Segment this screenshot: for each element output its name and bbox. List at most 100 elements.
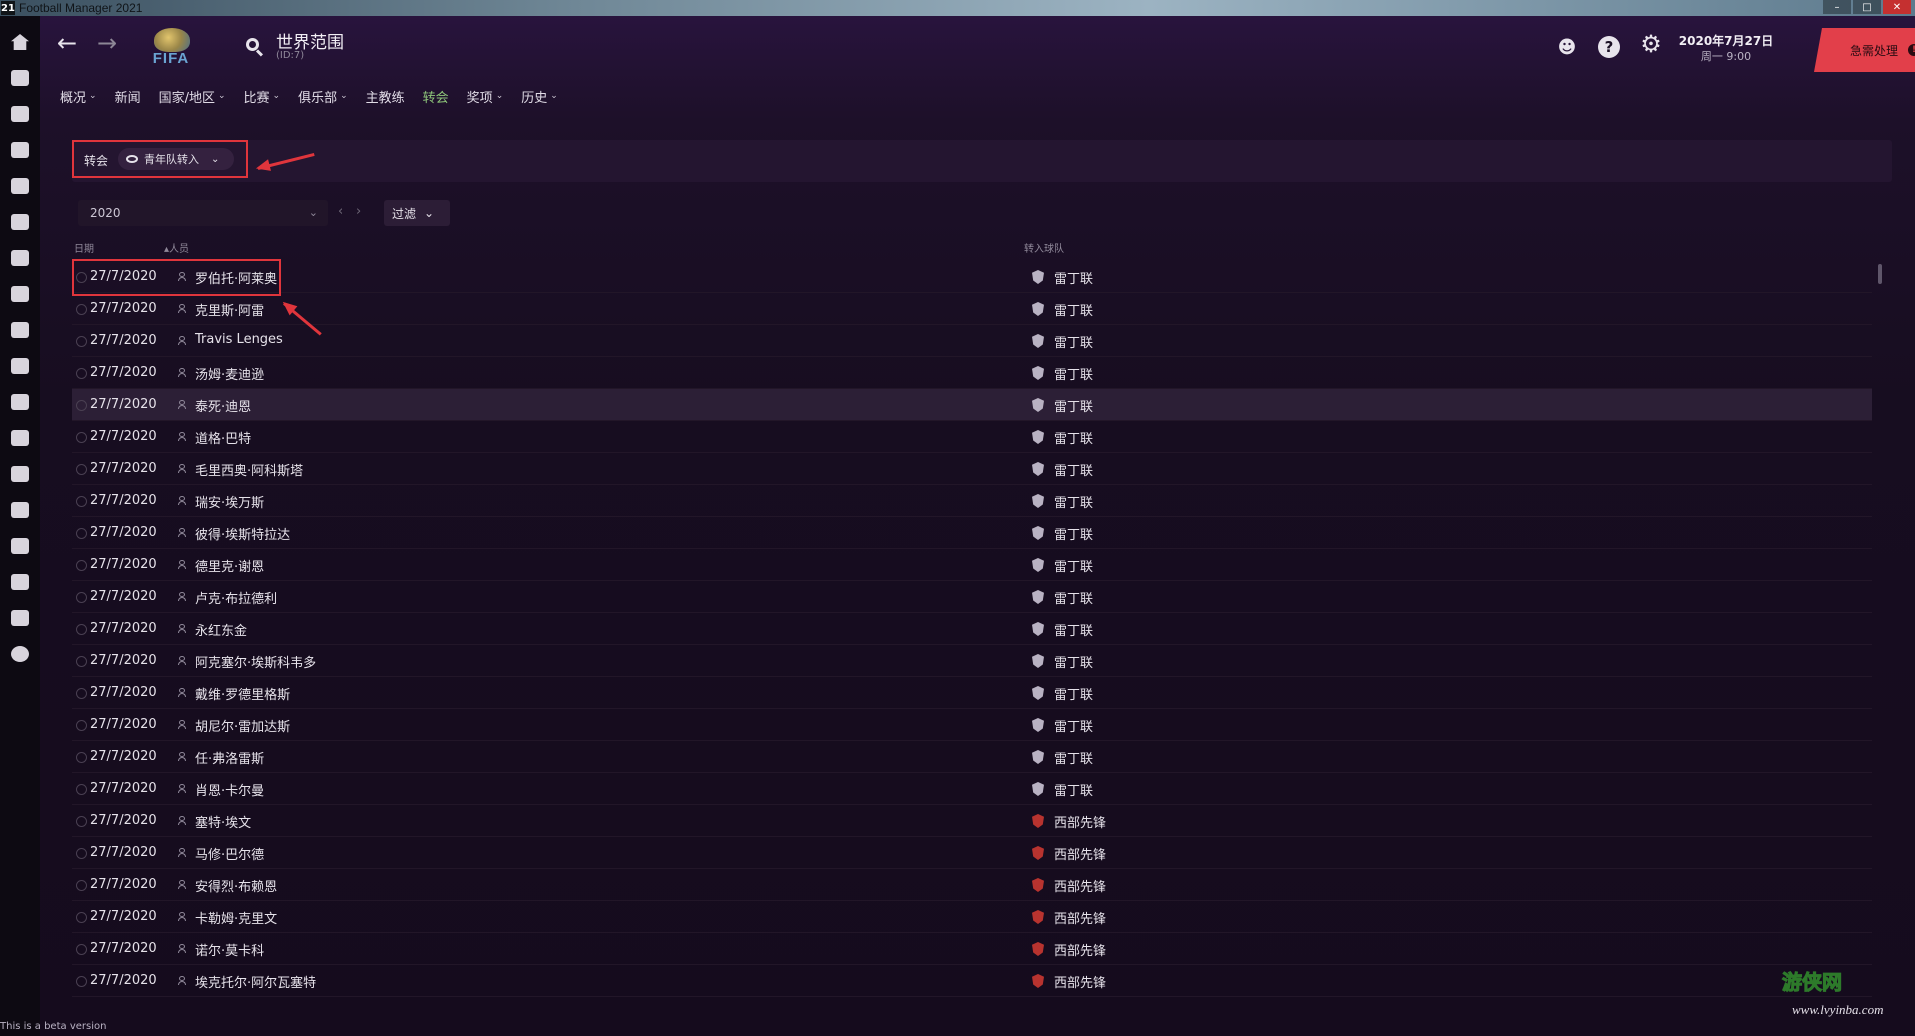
table-row[interactable]: 27/7/2020 彼得·埃斯特拉达 雷丁联 [72,517,1872,549]
table-row[interactable]: 27/7/2020 泰死·迪恩 雷丁联 [72,389,1872,421]
sidebar-item-home[interactable] [0,24,40,60]
player-name-link[interactable]: 彼得·埃斯特拉达 [195,524,290,543]
sidebar-item-report[interactable] [0,204,40,240]
club-name-link[interactable]: 雷丁联 [1054,716,1093,735]
urgent-continue-button[interactable]: 急需处理 ! [1814,28,1915,72]
row-select-radio[interactable] [76,784,87,795]
player-name-link[interactable]: 瑞安·埃万斯 [195,492,264,511]
player-name-link[interactable]: Travis Lenges [195,332,283,347]
column-header-club[interactable]: 转入球队 [1024,240,1064,255]
forward-button[interactable]: → [94,30,120,56]
row-select-radio[interactable] [76,336,87,347]
club-name-link[interactable]: 雷丁联 [1054,396,1093,415]
club-name-link[interactable]: 雷丁联 [1054,588,1093,607]
tab-1[interactable]: 新闻 [115,86,141,106]
maximize-button[interactable]: □ [1853,0,1881,14]
year-dropdown[interactable]: 2020 ⌄ [78,200,328,226]
table-row[interactable]: 27/7/2020 永红东金 雷丁联 [72,613,1872,645]
player-name-link[interactable]: 肖恩·卡尔曼 [195,780,264,799]
player-name-link[interactable]: 任·弗洛雷斯 [195,748,264,767]
tab-7[interactable]: 奖项 ⌄ [467,86,504,106]
player-name-link[interactable]: 卡勒姆·克里文 [195,908,277,927]
sidebar-item-training[interactable] [0,276,40,312]
row-select-radio[interactable] [76,464,87,475]
help-icon[interactable]: ? [1598,36,1620,58]
table-row[interactable]: 27/7/2020 安得烈·布赖恩 西部先锋 [72,869,1872,901]
sidebar-item-transfers[interactable] [0,456,40,492]
player-name-link[interactable]: 泰死·迪恩 [195,396,251,415]
row-select-radio[interactable] [76,400,87,411]
table-row[interactable]: 27/7/2020 道格·巴特 雷丁联 [72,421,1872,453]
tab-5[interactable]: 主教练 [366,86,405,106]
player-name-link[interactable]: 塞特·埃文 [195,812,251,831]
row-select-radio[interactable] [76,304,87,315]
table-row[interactable]: 27/7/2020 马修·巴尔德 西部先锋 [72,837,1872,869]
player-name-link[interactable]: 胡尼尔·雷加达斯 [195,716,290,735]
club-name-link[interactable]: 雷丁联 [1054,332,1093,351]
sidebar-item-medical[interactable] [0,312,40,348]
club-name-link[interactable]: 西部先锋 [1054,972,1106,991]
table-row[interactable]: 27/7/2020 毛里西奥·阿科斯塔 雷丁联 [72,453,1872,485]
player-name-link[interactable]: 阿克塞尔·埃斯科韦多 [195,652,316,671]
club-name-link[interactable]: 雷丁联 [1054,492,1093,511]
table-row[interactable]: 27/7/2020 瑞安·埃万斯 雷丁联 [72,485,1872,517]
player-name-link[interactable]: 德里克·谢恩 [195,556,264,575]
sidebar-item-club[interactable] [0,492,40,528]
back-button[interactable]: ← [54,30,80,56]
table-row[interactable]: 27/7/2020 罗伯托·阿莱奥 雷丁联 [72,261,1872,293]
player-name-link[interactable]: 永红东金 [195,620,247,639]
club-name-link[interactable]: 雷丁联 [1054,620,1093,639]
table-row[interactable]: 27/7/2020 克里斯·阿雷 雷丁联 [72,293,1872,325]
player-name-link[interactable]: 安得烈·布赖恩 [195,876,277,895]
filter-button[interactable]: 过滤 ⌄ [384,200,450,226]
table-row[interactable]: 27/7/2020 卡勒姆·克里文 西部先锋 [72,901,1872,933]
table-row[interactable]: 27/7/2020 肖恩·卡尔曼 雷丁联 [72,773,1872,805]
row-select-radio[interactable] [76,624,87,635]
club-name-link[interactable]: 雷丁联 [1054,780,1093,799]
tab-8[interactable]: 历史 ⌄ [521,86,558,106]
player-name-link[interactable]: 毛里西奥·阿科斯塔 [195,460,303,479]
table-row[interactable]: 27/7/2020 任·弗洛雷斯 雷丁联 [72,741,1872,773]
sidebar-item-shirt[interactable] [0,96,40,132]
sidebar-item-dev-centre[interactable] [0,564,40,600]
row-select-radio[interactable] [76,752,87,763]
tab-4[interactable]: 俱乐部 ⌄ [298,86,348,106]
table-row[interactable]: 27/7/2020 德里克·谢恩 雷丁联 [72,549,1872,581]
row-select-radio[interactable] [76,528,87,539]
club-name-link[interactable]: 西部先锋 [1054,876,1106,895]
player-name-link[interactable]: 埃克托尔·阿尔瓦塞特 [195,972,316,991]
row-select-radio[interactable] [76,816,87,827]
row-select-radio[interactable] [76,432,87,443]
table-row[interactable]: 27/7/2020 Travis Lenges 雷丁联 [72,325,1872,357]
row-select-radio[interactable] [76,688,87,699]
sidebar-item-tactics[interactable] [0,132,40,168]
tab-3[interactable]: 比赛 ⌄ [244,86,281,106]
row-select-radio[interactable] [76,912,87,923]
table-row[interactable]: 27/7/2020 塞特·埃文 西部先锋 [72,805,1872,837]
player-name-link[interactable]: 克里斯·阿雷 [195,300,264,319]
player-name-link[interactable]: 汤姆·麦迪逊 [195,364,264,383]
close-button[interactable]: ✕ [1883,0,1911,14]
sidebar-item-data[interactable] [0,168,40,204]
sidebar-item-inbox[interactable] [0,60,40,96]
club-name-link[interactable]: 雷丁联 [1054,748,1093,767]
row-select-radio[interactable] [76,368,87,379]
row-select-radio[interactable] [76,944,87,955]
row-select-radio[interactable] [76,720,87,731]
row-select-radio[interactable] [76,656,87,667]
row-select-radio[interactable] [76,848,87,859]
sidebar-item-finances[interactable] [0,528,40,564]
tab-2[interactable]: 国家/地区 ⌄ [159,86,226,106]
scrollbar-thumb[interactable] [1878,264,1882,284]
sidebar-item-stats[interactable] [0,600,40,636]
row-select-radio[interactable] [76,592,87,603]
row-select-radio[interactable] [76,496,87,507]
club-name-link[interactable]: 雷丁联 [1054,652,1093,671]
minimize-button[interactable]: – [1823,0,1851,14]
player-name-link[interactable]: 诺尔·莫卡科 [195,940,264,959]
club-name-link[interactable]: 雷丁联 [1054,268,1093,287]
table-row[interactable]: 27/7/2020 诺尔·莫卡科 西部先锋 [72,933,1872,965]
club-name-link[interactable]: 雷丁联 [1054,684,1093,703]
sidebar-item-trophy[interactable] [0,384,40,420]
tab-6[interactable]: 转会 [423,86,449,106]
